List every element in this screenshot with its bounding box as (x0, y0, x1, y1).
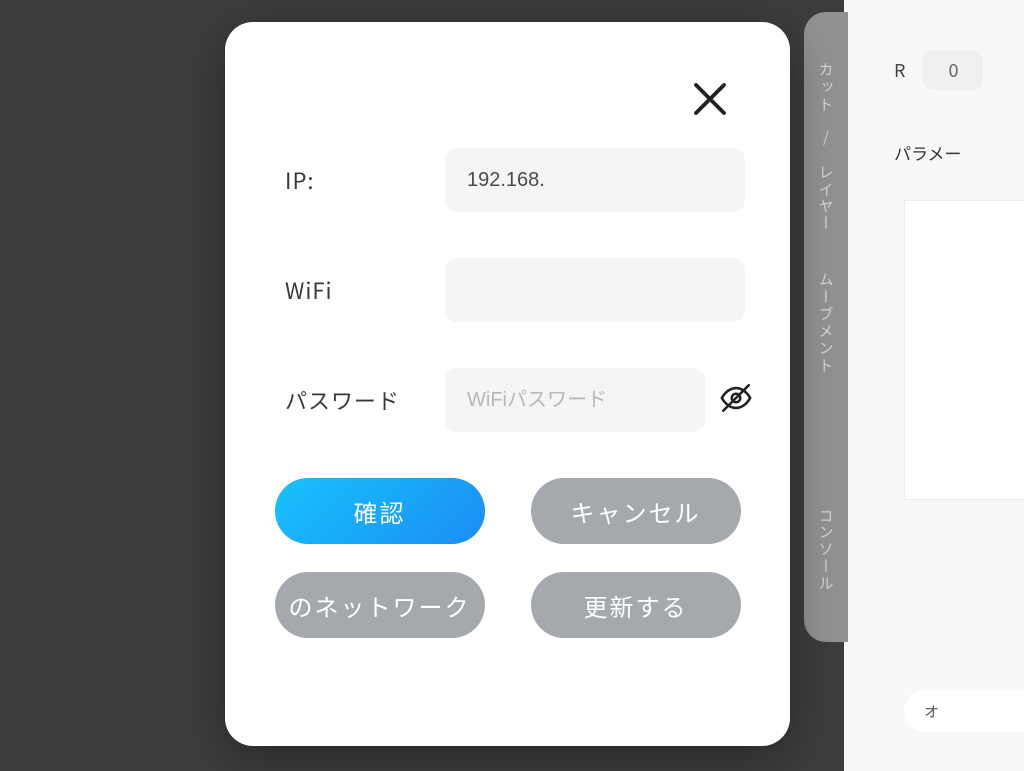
r-value-box[interactable]: 0 (923, 50, 983, 90)
eye-off-icon (719, 381, 753, 420)
close-button[interactable] (686, 77, 734, 125)
tab-console[interactable]: コンソール (816, 507, 837, 592)
refresh-button[interactable]: 更新する (531, 572, 741, 638)
ip-label: IP: (285, 164, 445, 196)
ip-field-row: IP: (285, 148, 760, 212)
password-label: パスワード (285, 384, 445, 416)
wifi-settings-modal: IP: WiFi パスワード (225, 22, 790, 746)
wifi-field-row: WiFi (285, 258, 760, 322)
wifi-input[interactable] (445, 258, 745, 322)
ip-input[interactable] (445, 148, 745, 212)
wifi-label: WiFi (285, 274, 445, 306)
background-content-box (904, 200, 1024, 500)
background-right-panel: カット / レイヤー ムーブメント コンソール R 0 パラメー オ (844, 0, 1024, 771)
close-icon (689, 78, 731, 125)
r-label: R (894, 57, 905, 83)
toggle-password-visibility[interactable] (719, 381, 753, 420)
vertical-tab-rail: カット / レイヤー ムーブメント コンソール (804, 12, 848, 642)
parameter-label: パラメー (894, 140, 962, 165)
modal-button-row: 確認 キャンセル のネットワーク 更新する (225, 478, 790, 638)
r-value-row: R 0 (894, 50, 983, 90)
background-pill[interactable]: オ (904, 690, 1024, 732)
tab-movement[interactable]: ムーブメント (816, 272, 837, 374)
cancel-button[interactable]: キャンセル (531, 478, 741, 544)
password-input[interactable] (445, 368, 705, 432)
password-field-row: パスワード (285, 368, 760, 432)
network-button[interactable]: のネットワーク (275, 572, 485, 638)
tab-cut-layer[interactable]: カット / レイヤー (816, 62, 837, 232)
confirm-button[interactable]: 確認 (275, 478, 485, 544)
